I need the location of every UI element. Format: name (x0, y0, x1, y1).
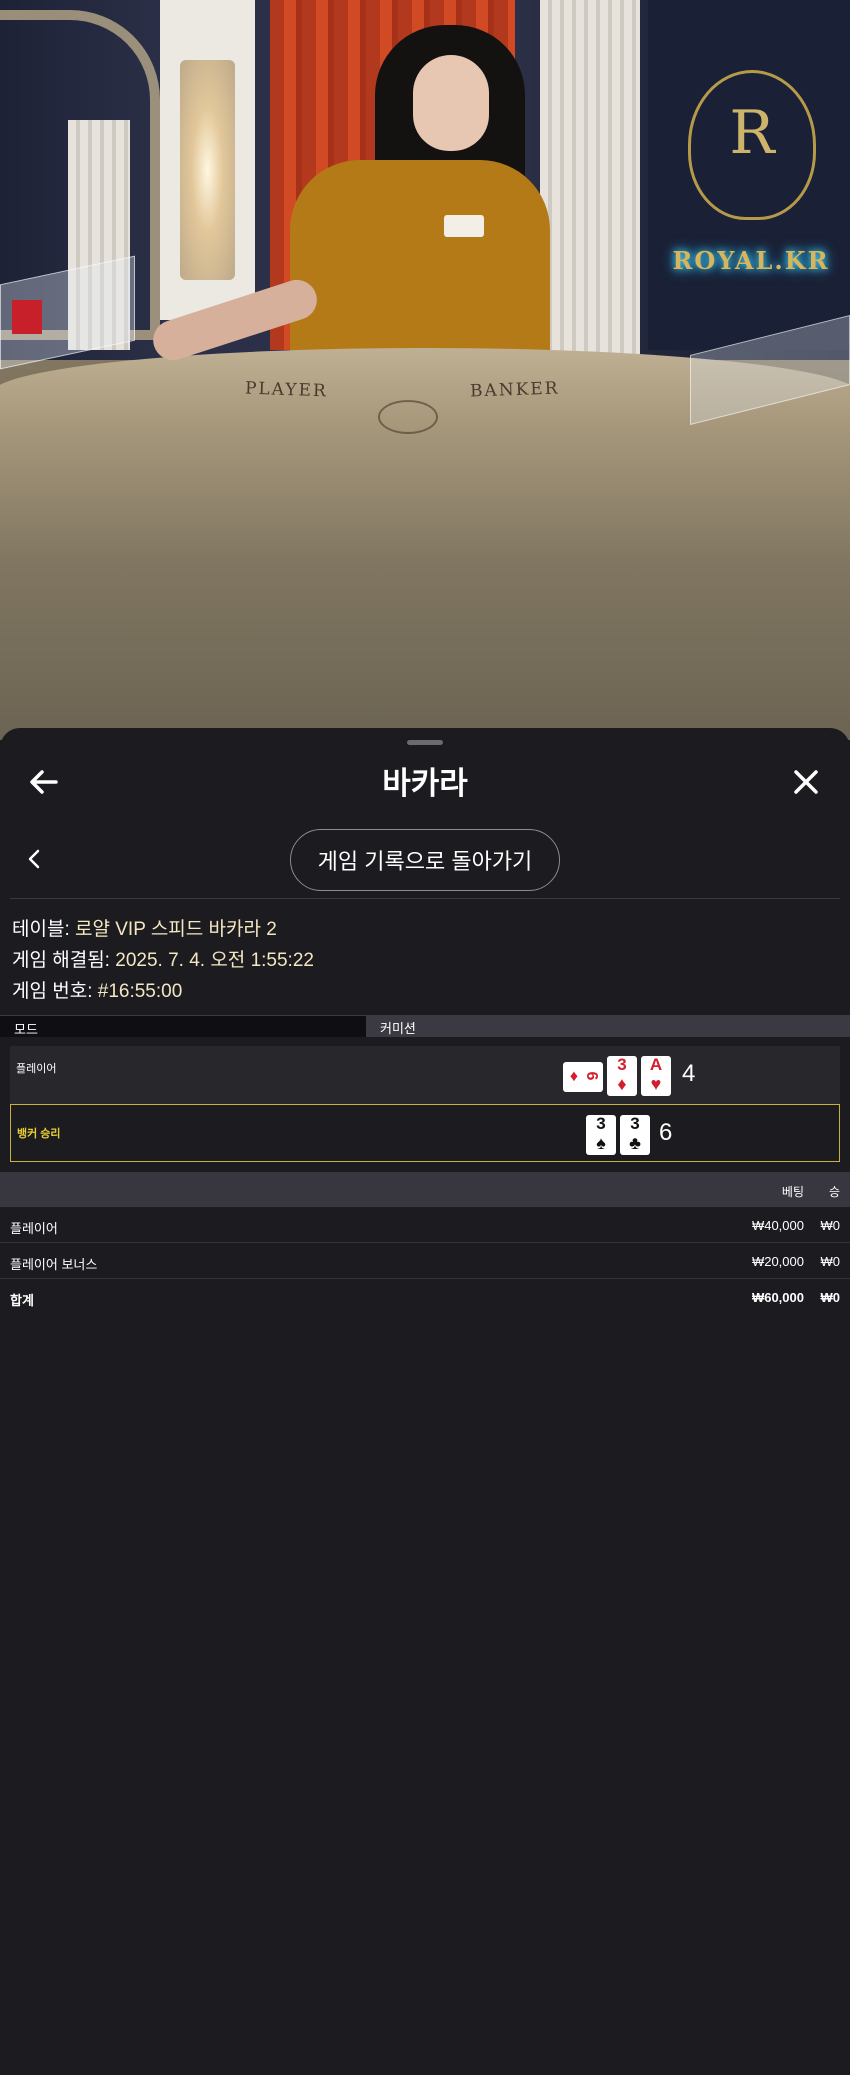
win-column-header: 승 (828, 1185, 840, 1199)
player-cards: ♦ 6 3 ♦ A ♥ (563, 1056, 671, 1096)
table-row: 플레이어 ₩40,000 ₩0 (0, 1207, 850, 1243)
bet-name: 플레이어 보너스 (10, 1257, 98, 1272)
card-rank: 3 (617, 1055, 627, 1074)
card-rank: 6 (583, 1071, 600, 1081)
card-suit: ♦ (569, 1068, 579, 1085)
chevron-left-icon[interactable] (22, 846, 48, 872)
playing-card: 3 ♦ (607, 1056, 637, 1096)
dealer-body (290, 160, 550, 360)
player-label: 플레이어 (16, 1063, 57, 1075)
close-icon[interactable] (788, 764, 824, 800)
page-title: 바카라 (382, 766, 468, 801)
bets-table-header: 베팅 승 (0, 1172, 850, 1207)
card-rank: 3 (630, 1114, 640, 1133)
brand-logo-text: ROYAL.KR (672, 246, 830, 275)
total-win-amount: ₩0 (820, 1290, 841, 1305)
felt-player-label: PLAYER (244, 378, 329, 402)
banker-win-label: 뱅커 승리 (17, 1128, 61, 1140)
bet-amount: ₩20,000 (751, 1254, 804, 1269)
pillar (540, 0, 640, 360)
resolved-label: 게임 해결됨: (12, 950, 110, 971)
mode-label: 모드 (0, 1015, 366, 1037)
mode-value: 커미션 (366, 1015, 850, 1037)
card-suit: ♣ (629, 1133, 641, 1153)
lamp-glow (180, 60, 235, 280)
card-suit: ♠ (596, 1133, 606, 1153)
win-amount: ₩0 (820, 1218, 841, 1233)
table-row: 플레이어 보너스 ₩20,000 ₩0 (0, 1243, 850, 1279)
game-number-value: #16:55:00 (97, 981, 183, 1002)
live-video-stream: R ROYAL.KR PLAYER BANKER (0, 0, 850, 740)
cut-card (12, 300, 42, 334)
table-info: 테이블: 로얄 VIP 스피드 바카라 2 (12, 914, 277, 941)
total-bet-amount: ₩60,000 (751, 1290, 804, 1305)
resolved-value: 2025. 7. 4. 오전 1:55:22 (115, 950, 314, 971)
card-suit: ♦ (617, 1074, 627, 1094)
bet-column-header: 베팅 (781, 1185, 804, 1199)
game-details-sheet: 바카라 게임 기록으로 돌아가기 테이블: 로얄 VIP 스피드 바카라 2 게… (0, 728, 850, 2075)
dealer-face (413, 55, 489, 151)
back-to-history-button[interactable]: 게임 기록으로 돌아가기 (290, 829, 560, 891)
wall-lamp (160, 0, 255, 320)
game-number-label: 게임 번호: (12, 981, 93, 1002)
resolved-info: 게임 해결됨: 2025. 7. 4. 오전 1:55:22 (12, 945, 314, 972)
table-label: 테이블: (12, 919, 70, 940)
player-score: 4 (682, 1060, 696, 1087)
banker-cards: 3 ♠ 3 ♣ (586, 1115, 650, 1155)
banker-result-row: 뱅커 승리 3 ♠ 3 ♣ 6 (10, 1104, 840, 1162)
playing-card: A ♥ (641, 1056, 671, 1096)
card-suit: ♥ (650, 1074, 662, 1094)
table-emblem (378, 400, 438, 434)
table-value: 로얄 VIP 스피드 바카라 2 (75, 919, 277, 940)
banker-score: 6 (659, 1119, 673, 1146)
drag-handle[interactable] (407, 740, 443, 745)
crest-letter: R (729, 98, 775, 168)
player-result-row: 플레이어 ♦ 6 3 ♦ A ♥ 4 (10, 1046, 840, 1104)
mode-bar: 모드 커미션 (0, 1015, 850, 1037)
playing-card: 3 ♣ (620, 1115, 650, 1155)
divider (10, 898, 840, 899)
game-number-info: 게임 번호: #16:55:00 (12, 976, 182, 1003)
playing-card: ♦ 6 (563, 1062, 603, 1092)
bet-name: 플레이어 (10, 1221, 58, 1236)
bet-amount: ₩40,000 (751, 1218, 804, 1233)
felt-banker-label: BANKER (469, 378, 560, 402)
playing-card: 3 ♠ (586, 1115, 616, 1155)
total-label: 합계 (10, 1293, 34, 1308)
card-rank: 3 (596, 1114, 606, 1133)
total-row: 합계 ₩60,000 ₩0 (0, 1279, 850, 1315)
win-amount: ₩0 (820, 1254, 841, 1269)
dealer-name-tag (444, 215, 484, 237)
card-rank: A (649, 1055, 663, 1074)
